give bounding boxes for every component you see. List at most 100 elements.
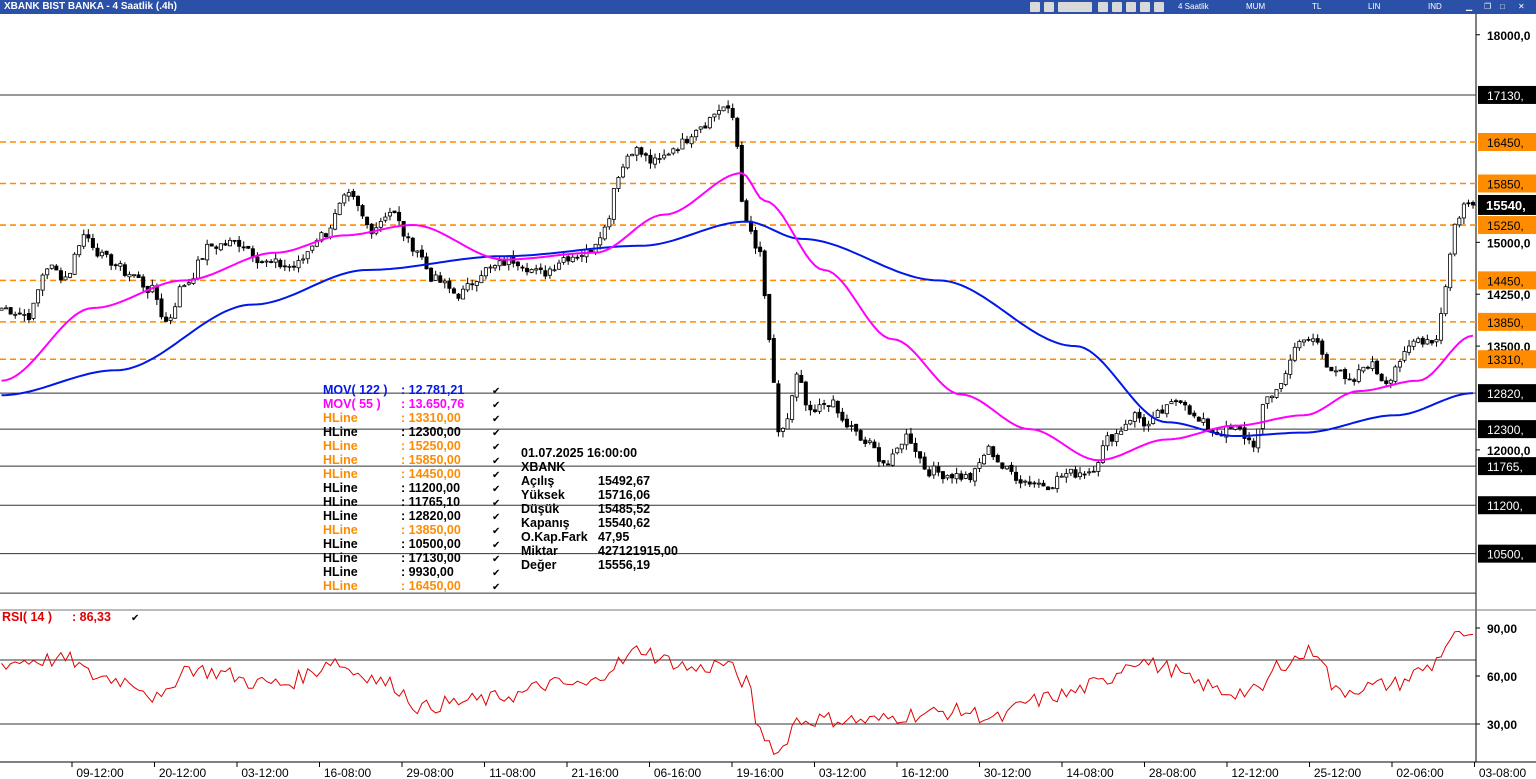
candle-body <box>918 451 923 459</box>
candle-body <box>538 267 543 271</box>
candle-body <box>849 425 854 427</box>
time-tick-label: 03-12:00 <box>241 766 289 779</box>
indicator-icon[interactable] <box>1044 2 1054 12</box>
candle-body <box>1014 471 1019 481</box>
candle-body <box>991 446 996 458</box>
hline-value-label: 14450, <box>1487 274 1524 288</box>
candle-body <box>1201 418 1206 423</box>
candle-body <box>159 298 164 318</box>
candle-body <box>1338 369 1343 372</box>
info-row-label: Kapanış <box>521 516 570 530</box>
rsi-label: RSI( 14 ) <box>2 610 52 624</box>
candle-body <box>68 272 73 278</box>
candle-body <box>694 129 699 138</box>
candle-body <box>1397 361 1402 368</box>
candle-body <box>611 188 616 220</box>
candle-body <box>442 280 447 284</box>
chart-type-icon[interactable] <box>1030 2 1040 12</box>
candle-body <box>1425 339 1430 345</box>
candle-body <box>803 381 808 406</box>
legend-check-icon: ✔ <box>492 470 500 481</box>
zoom-icon[interactable] <box>1112 2 1122 12</box>
scale-selector[interactable]: LIN <box>1368 1 1380 13</box>
candle-body <box>543 270 548 277</box>
candle-body <box>1055 476 1060 489</box>
candle-body <box>716 110 721 115</box>
period-selector[interactable]: 4 Saatlik <box>1178 1 1209 13</box>
candle-body <box>808 404 813 411</box>
time-tick-label: 14-08:00 <box>1066 766 1114 779</box>
candle-body <box>977 462 982 469</box>
candle-body <box>680 138 685 150</box>
candle-body <box>817 404 822 412</box>
candle-body <box>1283 373 1288 385</box>
grid-icon[interactable] <box>1098 2 1108 12</box>
candle-body <box>566 256 571 262</box>
candle-body <box>776 383 781 433</box>
candle-body <box>625 155 630 169</box>
candle-body <box>767 293 772 341</box>
candle-body <box>602 226 607 240</box>
candle-body <box>1096 462 1101 472</box>
candle-body <box>1192 412 1197 417</box>
candle-body <box>904 433 909 446</box>
candle-body <box>291 265 296 268</box>
candle-body <box>1448 253 1453 289</box>
candle-body <box>940 471 945 480</box>
candle-body <box>392 210 397 214</box>
candle-body <box>77 245 82 256</box>
window-titlebar: XBANK BIST BANKA - 4 Saatlik (.4h) 4 Saa… <box>0 0 1536 14</box>
candle-body <box>735 117 740 147</box>
candle-body <box>790 395 795 420</box>
candle-body <box>1137 411 1142 419</box>
candle-type-selector[interactable]: MUM <box>1246 1 1265 13</box>
legend-name: HLine <box>323 411 358 425</box>
candle-body <box>506 256 511 266</box>
candle-body <box>447 280 452 289</box>
candle-body <box>493 265 498 269</box>
price-tick-label: 18000,0 <box>1487 29 1531 43</box>
window-maximize-button[interactable]: □ <box>1500 1 1505 13</box>
draw-icon[interactable] <box>1126 2 1136 12</box>
legend-check-icon: ✔ <box>492 554 500 565</box>
indicator-selector[interactable]: IND <box>1428 1 1442 13</box>
period-dropdown-icon[interactable] <box>1154 2 1164 12</box>
candle-body <box>1196 416 1201 422</box>
window-minimize-button[interactable]: ▁ <box>1466 1 1472 13</box>
currency-selector[interactable]: TL <box>1312 1 1321 13</box>
format-icon[interactable] <box>1058 2 1092 12</box>
candle-body <box>479 275 484 284</box>
candle-body <box>1128 420 1133 425</box>
settings-icon[interactable] <box>1140 2 1150 12</box>
candle-body <box>726 105 731 109</box>
candle-body <box>1036 482 1041 485</box>
candle-body <box>1018 479 1023 484</box>
window-restore-button[interactable]: ❐ <box>1484 1 1491 13</box>
candle-body <box>1324 354 1329 368</box>
legend-value: : 13850,00 <box>401 523 461 537</box>
hline-value-label: 13310, <box>1487 353 1524 367</box>
candle-body <box>54 265 59 271</box>
candle-body <box>1009 464 1014 472</box>
candle-body <box>209 243 214 247</box>
candle-body <box>456 293 461 299</box>
window-title: XBANK BIST BANKA - 4 Saatlik (.4h) <box>4 1 177 12</box>
candle-body <box>342 194 347 204</box>
price-chart[interactable]: 18000,015000,014250,013500,012000,017130… <box>0 14 1536 779</box>
candle-body <box>639 147 644 155</box>
candle-body <box>515 261 520 267</box>
info-row-label: Miktar <box>521 544 558 558</box>
price-panel: 18000,015000,014250,013500,012000,017130… <box>0 14 1536 762</box>
candle-body <box>1365 366 1370 369</box>
candle-body <box>1110 434 1115 442</box>
candle-body <box>451 288 456 294</box>
candle-body <box>474 281 479 286</box>
legend-name: MOV( 122 ) <box>323 383 388 397</box>
window-close-button[interactable]: ✕ <box>1518 1 1525 13</box>
candle-body <box>122 264 127 276</box>
candle-body <box>972 468 977 482</box>
legend-check-icon: ✔ <box>492 484 500 495</box>
candle-body <box>890 453 895 466</box>
candle-body <box>168 317 173 321</box>
candle-body <box>1032 482 1037 485</box>
